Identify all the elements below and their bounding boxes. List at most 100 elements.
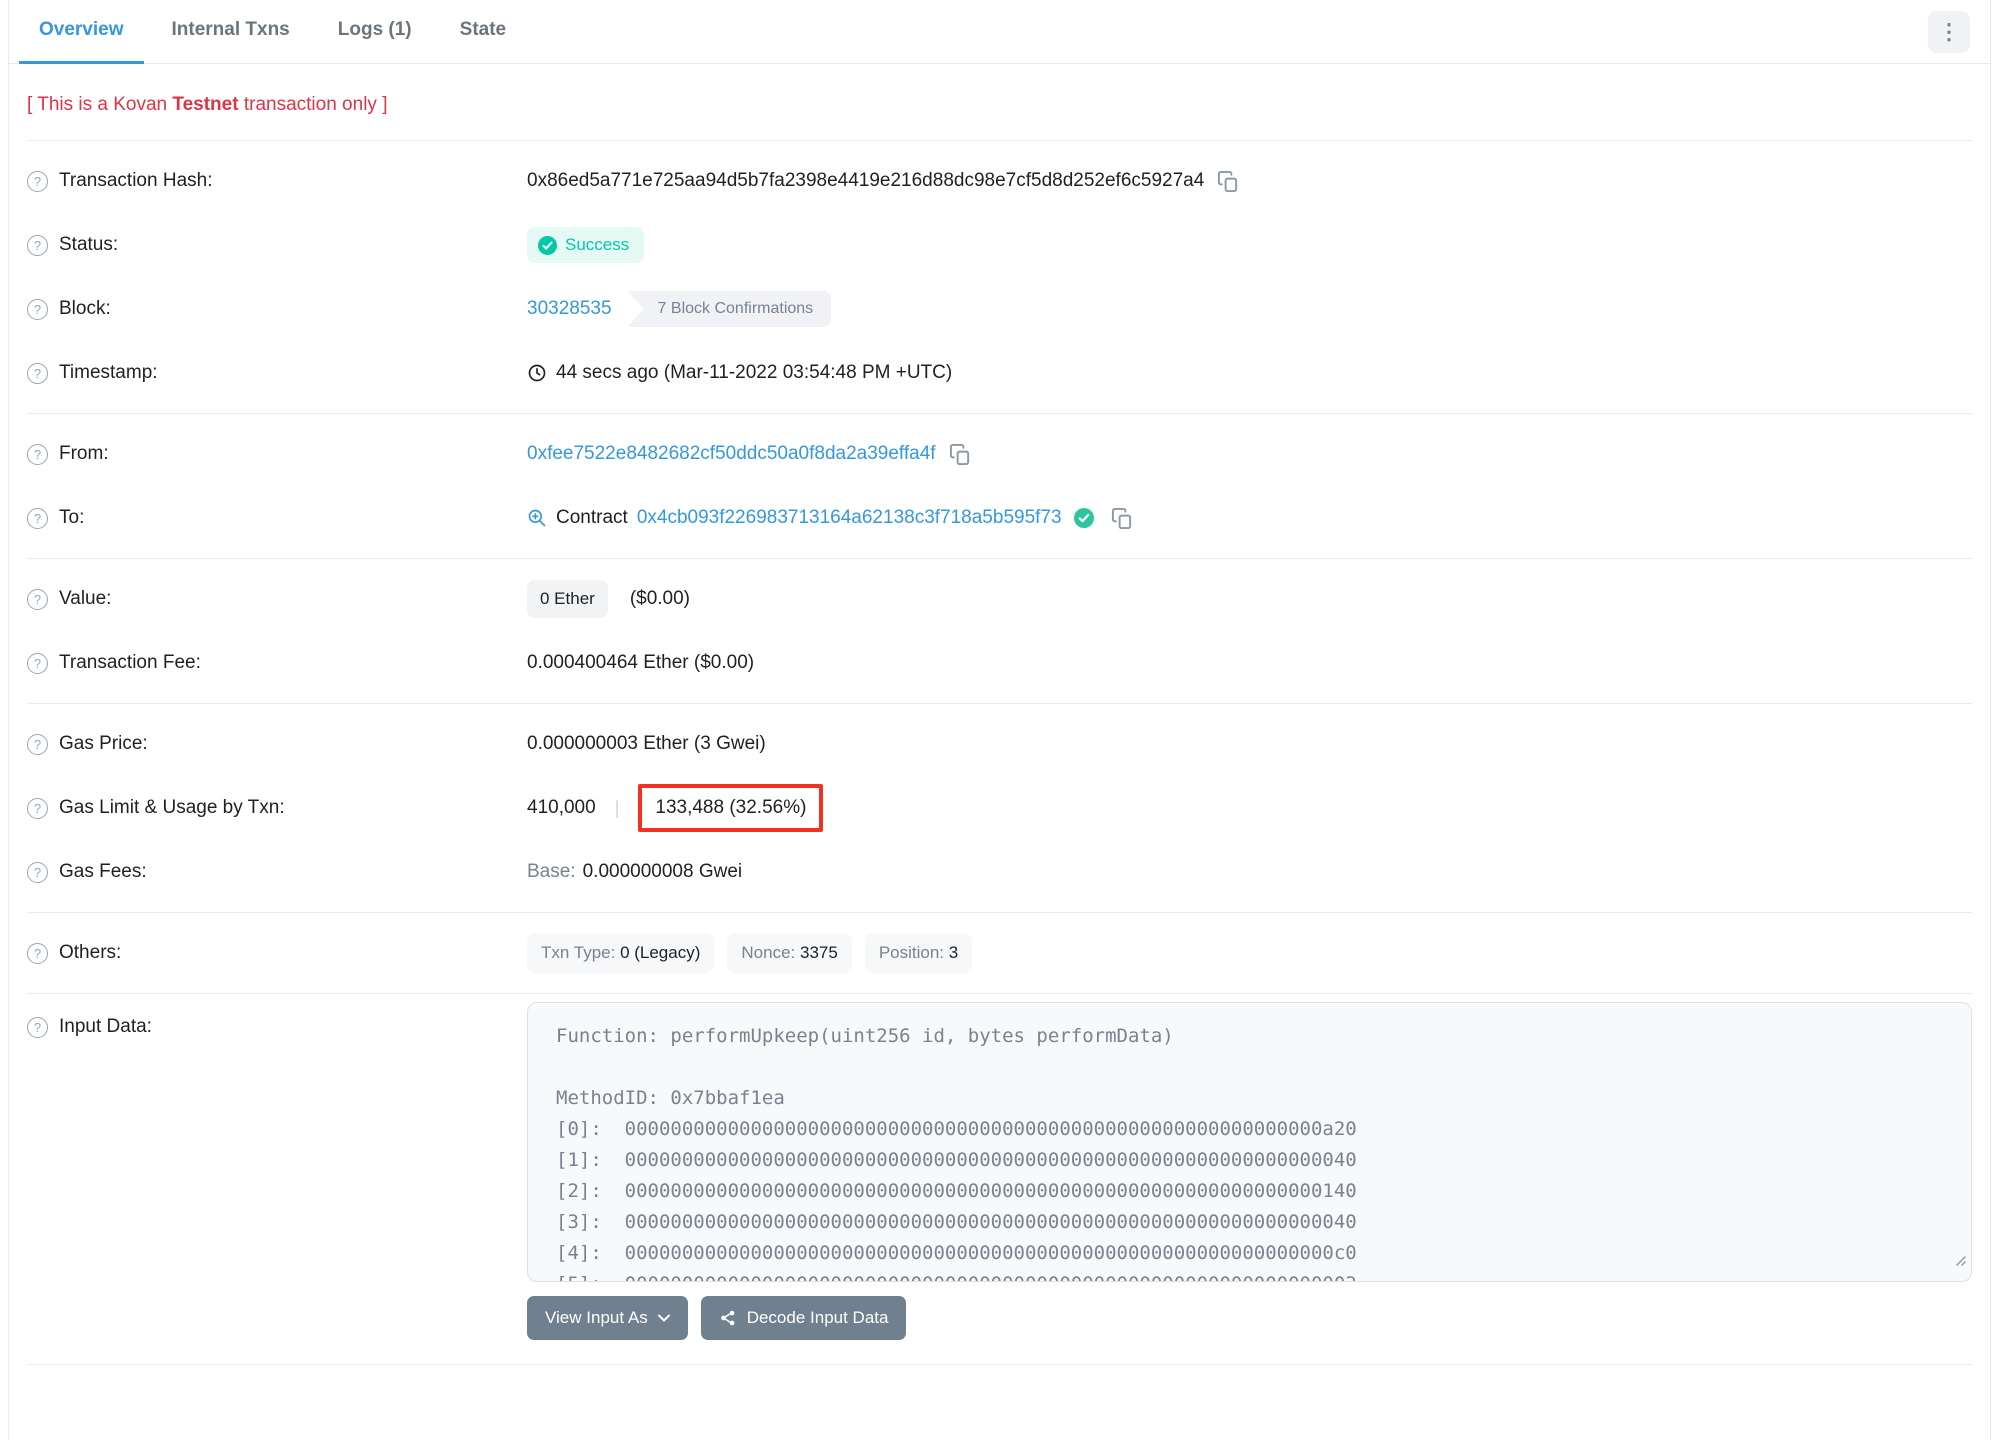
position-badge: Position: 3	[864, 933, 973, 973]
block-label: Block:	[59, 298, 111, 319]
section-input-data: ? Input Data: Function: performUpkeep(ui…	[27, 994, 1972, 1373]
from-label: From:	[59, 443, 109, 464]
position-key: Position:	[878, 943, 949, 962]
row-block: ? Block: 30328535 7 Block Confirmations	[27, 277, 1972, 341]
gas-limit-value: 410,000	[527, 797, 596, 818]
testnet-notice-prefix: [ This is a Kovan	[27, 94, 173, 115]
decode-icon	[720, 1310, 735, 1326]
row-gas-fees: ? Gas Fees: Base: 0.000000008 Gwei	[27, 840, 1972, 904]
help-icon[interactable]: ?	[27, 443, 48, 465]
others-label: Others:	[59, 942, 122, 963]
transaction-card: Overview Internal Txns Logs (1) State ⋮ …	[8, 0, 1991, 1440]
input-data-box[interactable]: Function: performUpkeep(uint256 id, byte…	[527, 1002, 1972, 1282]
input-data-methodid-line: MethodID: 0x7bbaf1ea	[556, 1087, 785, 1109]
row-to: ? To: Contract 0x4cb093f226983713164a621…	[27, 486, 1972, 550]
timestamp-value: 44 secs ago (Mar-11-2022 03:54:48 PM +UT…	[556, 362, 953, 383]
section-addresses: ? From: 0xfee7522e8482682cf50ddc50a0f8da…	[27, 414, 1972, 559]
help-icon[interactable]: ?	[27, 170, 48, 192]
help-icon[interactable]: ?	[27, 733, 48, 755]
transaction-hash-value: 0x86ed5a771e725aa94d5b7fa2398e4419e216d8…	[527, 170, 1205, 191]
tab-state[interactable]: State	[440, 0, 526, 64]
row-value: ? Value: 0 Ether ($0.00)	[27, 567, 1972, 631]
help-icon[interactable]: ?	[27, 652, 48, 674]
block-confirmations-badge: 7 Block Confirmations	[627, 291, 832, 327]
value-usd: ($0.00)	[629, 588, 691, 609]
input-data-actions: View Input As Decode Input Data	[527, 1296, 1972, 1364]
row-status: ? Status: Success	[27, 213, 1972, 277]
more-options-button[interactable]: ⋮	[1928, 10, 1970, 53]
help-icon[interactable]: ?	[27, 588, 48, 610]
decode-input-data-button[interactable]: Decode Input Data	[700, 1296, 907, 1340]
timestamp-label: Timestamp:	[59, 362, 158, 383]
row-gas-price: ? Gas Price: 0.000000003 Ether (3 Gwei)	[27, 712, 1972, 776]
chevron-down-icon	[657, 1314, 670, 1322]
txn-type-value: 0 (Legacy)	[620, 943, 701, 962]
testnet-notice-bold: Testnet	[172, 94, 239, 115]
transaction-fee-label: Transaction Fee:	[59, 652, 201, 673]
status-value: Success	[565, 235, 630, 254]
input-data-word-5: [5]: 00000000000000000000000000000000000…	[556, 1269, 1943, 1281]
input-data-word-0: [0]: 00000000000000000000000000000000000…	[556, 1118, 1357, 1140]
nonce-badge: Nonce: 3375	[727, 933, 852, 973]
from-address-link[interactable]: 0xfee7522e8482682cf50ddc50a0f8da2a39effa…	[527, 443, 936, 465]
clock-icon	[528, 364, 546, 382]
row-others: ? Others: Txn Type: 0 (Legacy) Nonce: 33…	[27, 921, 1972, 985]
gas-price-label: Gas Price:	[59, 733, 148, 754]
value-ether-badge: 0 Ether	[527, 580, 608, 618]
gas-limit-label: Gas Limit & Usage by Txn:	[59, 797, 285, 818]
tab-internal-txns[interactable]: Internal Txns	[152, 0, 310, 64]
input-data-function-line: Function: performUpkeep(uint256 id, byte…	[556, 1025, 1174, 1047]
block-number-link[interactable]: 30328535	[527, 298, 612, 320]
tab-logs[interactable]: Logs (1)	[318, 0, 432, 64]
input-data-word-3: [3]: 00000000000000000000000000000000000…	[556, 1211, 1357, 1233]
copy-icon[interactable]	[1217, 170, 1240, 193]
help-icon[interactable]: ?	[27, 1016, 48, 1038]
copy-icon[interactable]	[1111, 507, 1134, 530]
tab-bar: Overview Internal Txns Logs (1) State ⋮	[9, 0, 1990, 64]
verified-check-icon	[1073, 508, 1094, 528]
help-icon[interactable]: ?	[27, 942, 48, 964]
bottom-divider	[27, 1364, 1972, 1365]
magnifier-plus-icon[interactable]	[527, 508, 547, 528]
input-data-blank-line	[556, 1052, 1943, 1083]
help-icon[interactable]: ?	[27, 234, 48, 256]
tab-overview[interactable]: Overview	[19, 0, 144, 64]
annotation-highlight-box: 133,488 (32.56%)	[638, 784, 824, 832]
help-icon[interactable]: ?	[27, 298, 48, 320]
gas-fees-base-label: Base:	[527, 861, 576, 882]
input-data-word-4: [4]: 00000000000000000000000000000000000…	[556, 1242, 1357, 1264]
section-overview-top: ? Transaction Hash: 0x86ed5a771e725aa94d…	[27, 141, 1972, 414]
kebab-icon: ⋮	[1938, 18, 1960, 44]
section-value: ? Value: 0 Ether ($0.00) ? Transaction F…	[27, 559, 1972, 704]
help-icon[interactable]: ?	[27, 861, 48, 883]
view-input-as-button[interactable]: View Input As	[527, 1296, 688, 1340]
nonce-value: 3375	[799, 943, 838, 962]
gas-limit-separator: |	[614, 797, 620, 818]
transaction-hash-label: Transaction Hash:	[59, 170, 213, 191]
txn-type-badge: Txn Type: 0 (Legacy)	[527, 933, 715, 973]
gas-price-value: 0.000000003 Ether (3 Gwei)	[527, 733, 766, 754]
input-data-word-2: [2]: 00000000000000000000000000000000000…	[556, 1180, 1357, 1202]
txn-type-key: Txn Type:	[541, 943, 621, 962]
row-transaction-hash: ? Transaction Hash: 0x86ed5a771e725aa94d…	[27, 149, 1972, 213]
resize-handle-icon[interactable]	[1952, 1245, 1966, 1276]
status-label: Status:	[59, 234, 119, 255]
help-icon[interactable]: ?	[27, 797, 48, 819]
position-value: 3	[948, 943, 959, 962]
to-contract-prefix: Contract	[556, 507, 628, 528]
status-badge: Success	[527, 227, 645, 263]
testnet-notice-suffix: transaction only ]	[238, 94, 388, 115]
help-icon[interactable]: ?	[27, 507, 48, 529]
view-input-as-label: View Input As	[545, 1308, 648, 1327]
to-address-link[interactable]: 0x4cb093f226983713164a62138c3f718a5b595f…	[637, 507, 1062, 529]
section-others: ? Others: Txn Type: 0 (Legacy) Nonce: 33…	[27, 913, 1972, 994]
input-data-label: Input Data:	[59, 1016, 152, 1037]
value-label: Value:	[59, 588, 112, 609]
copy-icon[interactable]	[949, 443, 972, 466]
testnet-notice: [ This is a Kovan Testnet transaction on…	[27, 64, 1972, 141]
row-transaction-fee: ? Transaction Fee: 0.000400464 Ether ($0…	[27, 631, 1972, 695]
help-icon[interactable]: ?	[27, 362, 48, 384]
transaction-fee-value: 0.000400464 Ether ($0.00)	[527, 652, 755, 673]
row-input-data: ? Input Data: Function: performUpkeep(ui…	[27, 1002, 1972, 1282]
gas-usage-value: 133,488 (32.56%)	[655, 797, 807, 818]
